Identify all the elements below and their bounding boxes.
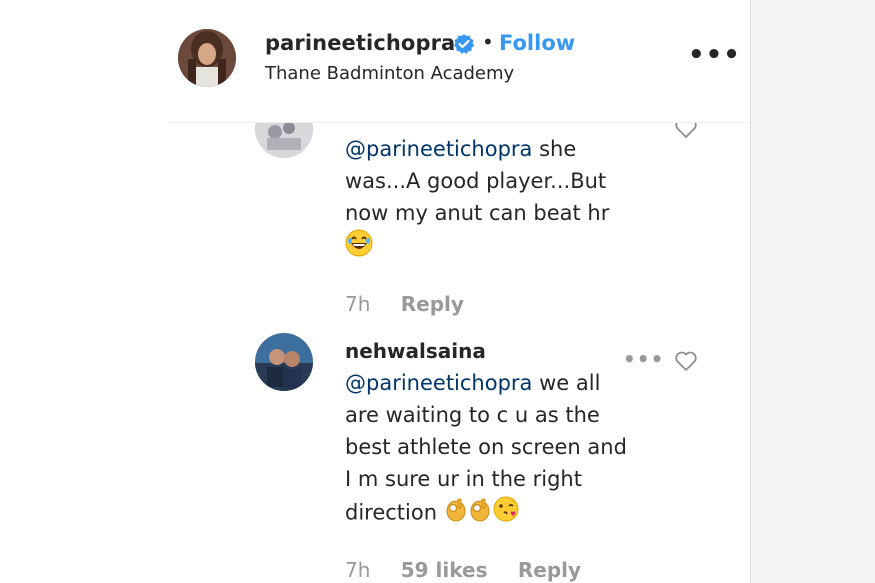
post-header: parineetichopra • Follow Thane Badminton… (168, 0, 750, 123)
like-heart-icon[interactable] (674, 350, 698, 372)
comment-text: @parineetichopra she was...A good player… (345, 133, 645, 266)
laughing-emoji-icon (345, 229, 373, 266)
separator-dot: • (482, 30, 494, 54)
profile-username[interactable]: parineetichopra (265, 31, 455, 55)
comment-username[interactable]: nehwalsaina (345, 339, 486, 363)
ok-hand-emoji-icon (444, 496, 468, 531)
post-options-button[interactable]: ••• (688, 40, 741, 70)
kissing-face-emoji-icon (492, 495, 520, 532)
profile-avatar[interactable] (178, 29, 236, 87)
comment-meta: 7h Reply (345, 292, 488, 316)
comment-text: @parineetichopra we all are waiting to c… (345, 367, 645, 532)
mention-link[interactable]: @parineetichopra (345, 137, 532, 161)
mention-link[interactable]: @parineetichopra (345, 371, 532, 395)
right-gutter (750, 0, 875, 583)
reply-button[interactable]: Reply (401, 292, 464, 316)
verified-badge-icon (454, 34, 474, 54)
location-link[interactable]: Thane Badminton Academy (265, 63, 514, 84)
commenter-avatar[interactable] (255, 333, 313, 391)
comment-meta: 7h 59 likes Reply (345, 558, 605, 582)
ok-hand-emoji-icon (468, 496, 492, 531)
comment-time[interactable]: 7h (345, 292, 370, 316)
comment-time[interactable]: 7h (345, 558, 370, 582)
likes-count[interactable]: 59 likes (401, 558, 488, 582)
follow-button[interactable]: Follow (499, 31, 575, 55)
reply-button[interactable]: Reply (518, 558, 581, 582)
